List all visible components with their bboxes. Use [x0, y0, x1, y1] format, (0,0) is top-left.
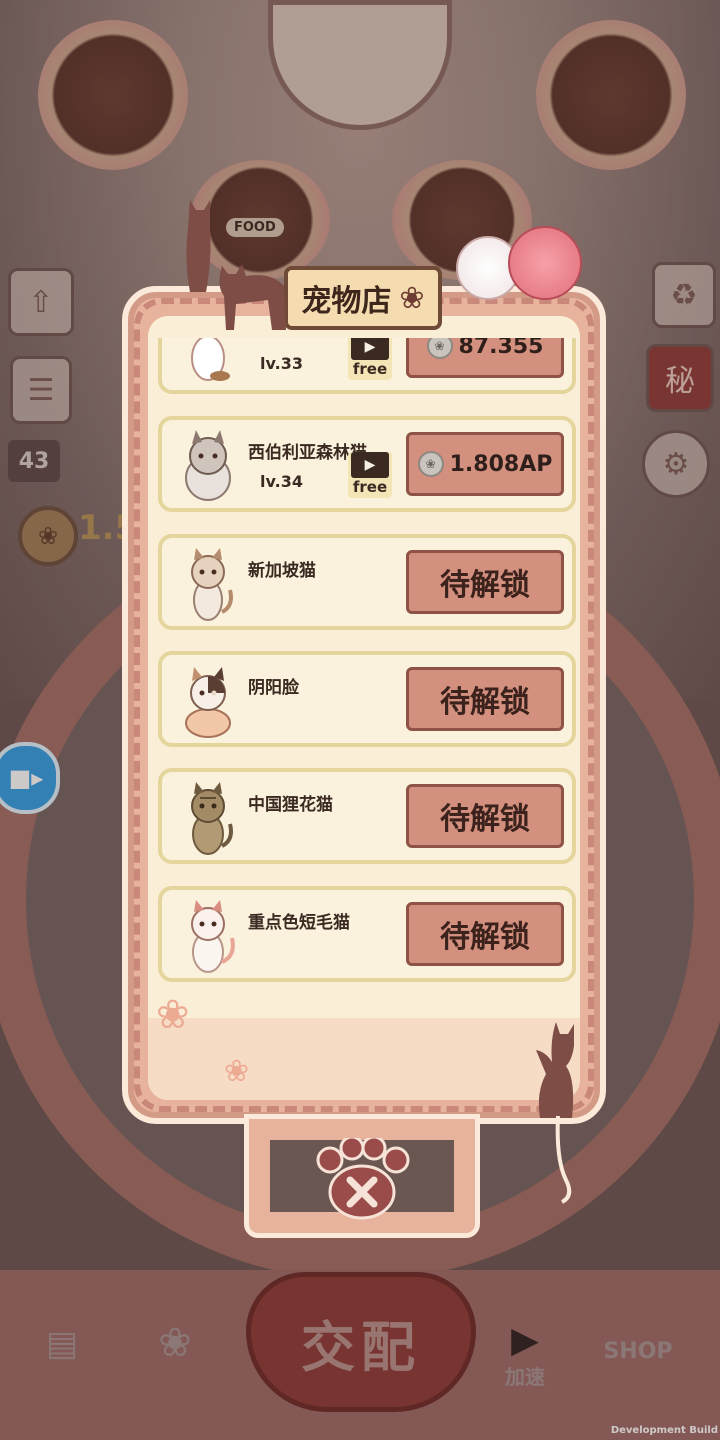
unlock-button[interactable]: 待解锁: [406, 784, 564, 848]
unlock-label: 待解锁: [440, 920, 530, 955]
cat-level: lv.34: [260, 472, 303, 491]
shop-title: 宠物店: [301, 284, 392, 319]
cat-avatar: [191, 900, 235, 973]
buy-button[interactable]: ❀ 87.355: [406, 338, 564, 378]
cat-name: 中国狸花猫: [248, 795, 333, 815]
paw-icon: ❀: [399, 280, 425, 316]
list-item: lv.33 ▶ free ❀ 87.355: [158, 338, 576, 394]
cat-avatar: [191, 548, 233, 621]
shop-title-tag: 宠物店 ❀: [284, 266, 442, 330]
panel-footer: [148, 1018, 580, 1100]
cat-name: 新加坡猫: [248, 561, 316, 581]
list-item: 重点色短毛猫 待解锁: [158, 886, 576, 982]
yarn-ball-icon: [508, 226, 582, 300]
cat-avatar: [191, 782, 233, 855]
close-button[interactable]: [310, 1138, 414, 1220]
cat-level: lv.33: [260, 354, 303, 373]
coin-icon: ❀: [417, 451, 444, 477]
unlock-button[interactable]: 待解锁: [406, 550, 564, 614]
list-item: 阴阳脸 待解锁: [158, 651, 576, 747]
close-icon: [316, 1138, 410, 1220]
cat-silhouette-icon: [186, 200, 286, 330]
video-ad-icon[interactable]: ▶ free: [348, 338, 392, 380]
buy-price: 1.808AP: [449, 451, 553, 477]
paw-icon: ❀: [156, 992, 190, 1038]
cat-avatar: [185, 430, 231, 501]
shop-list[interactable]: lv.33 ▶ free ❀ 87.355 西伯利亚森林猫 lv.34 ▶ fr…: [148, 338, 580, 1008]
list-item: 西伯利亚森林猫 lv.34 ▶ free ❀ 1.808AP: [158, 416, 576, 512]
ad-free-label: free: [352, 360, 388, 378]
unlock-label: 待解锁: [440, 685, 530, 720]
buy-price: 87.355: [458, 338, 544, 359]
unlock-label: 待解锁: [440, 568, 530, 603]
shop-panel-inner: lv.33 ▶ free ❀ 87.355 西伯利亚森林猫 lv.34 ▶ fr…: [148, 316, 580, 1100]
cat-name: 阴阳脸: [248, 678, 299, 698]
unlock-label: 待解锁: [440, 802, 530, 837]
list-item: 新加坡猫 待解锁: [158, 534, 576, 630]
cat-name: 重点色短毛猫: [248, 913, 350, 933]
list-item: 中国狸花猫 待解锁: [158, 768, 576, 864]
cat-silhouette-icon: [536, 1022, 574, 1204]
coin-icon: ❀: [426, 338, 453, 359]
cat-avatar: [185, 667, 231, 738]
buy-button[interactable]: ❀ 1.808AP: [406, 432, 564, 496]
ad-free-label: free: [352, 478, 388, 496]
cat-avatar: [191, 338, 230, 381]
paw-icon: ❀: [224, 1054, 250, 1089]
video-ad-icon[interactable]: ▶ free: [348, 452, 392, 498]
unlock-button[interactable]: 待解锁: [406, 667, 564, 731]
unlock-button[interactable]: 待解锁: [406, 902, 564, 966]
